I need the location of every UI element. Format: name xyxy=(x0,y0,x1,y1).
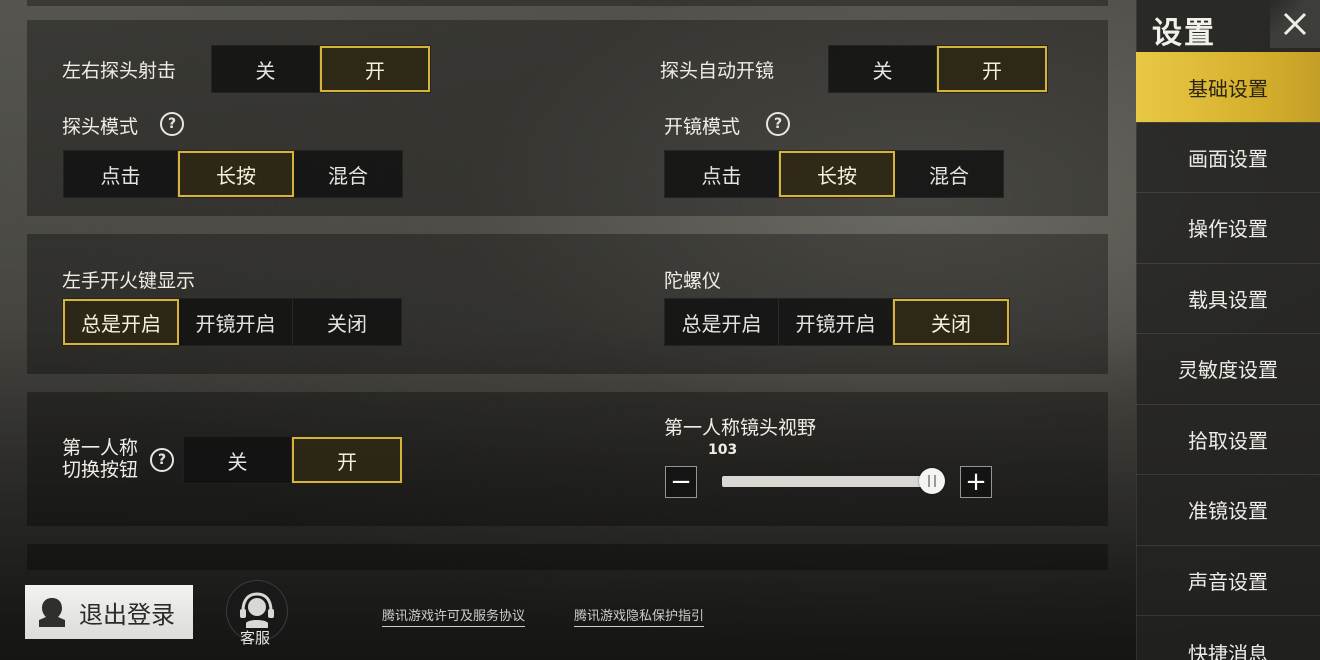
lean-mode-mixed-option[interactable]: 混合 xyxy=(294,151,402,197)
lean-mode-label: 探头模式 xyxy=(62,116,139,138)
left-fire-always-option[interactable]: 总是开启 xyxy=(63,299,179,345)
lean-fire-toggle: 关 开 xyxy=(211,45,431,93)
lean-fire-on-option[interactable]: 开 xyxy=(320,46,430,92)
user-silhouette-icon xyxy=(39,598,65,627)
fpp-fov-label: 第一人称镜头视野 xyxy=(664,417,817,439)
logout-button[interactable]: 退出登录 xyxy=(25,585,193,639)
gyroscope-scoped-option[interactable]: 开镜开启 xyxy=(779,299,893,345)
sidebar-item-controls[interactable]: 操作设置 xyxy=(1136,192,1320,262)
fpp-toggle-label-line1: 第一人称 xyxy=(62,437,139,459)
sidebar-item-pickup[interactable]: 拾取设置 xyxy=(1136,404,1320,474)
gyroscope-always-option[interactable]: 总是开启 xyxy=(665,299,779,345)
lean-auto-scope-toggle: 关 开 xyxy=(828,45,1048,93)
sidebar-item-vehicle[interactable]: 载具设置 xyxy=(1136,263,1320,333)
fpp-fov-increase-button[interactable]: + xyxy=(960,466,992,498)
scope-mode-tap-option[interactable]: 点击 xyxy=(665,151,779,197)
lean-fire-label: 左右探头射击 xyxy=(62,60,177,82)
scope-mode-label: 开镜模式 xyxy=(664,116,741,138)
fpp-fov-value: 103 xyxy=(708,442,738,458)
lean-mode-hold-option[interactable]: 长按 xyxy=(178,151,294,197)
sidebar-item-quick-chat[interactable]: 快捷消息 xyxy=(1136,615,1320,660)
fpp-toggle-label: 第一人称 切换按钮 xyxy=(62,437,138,481)
fpp-toggle: 关 开 xyxy=(183,436,403,484)
privacy-policy-link[interactable]: 腾讯游戏隐私保护指引 xyxy=(574,605,705,627)
lean-auto-scope-on-option[interactable]: 开 xyxy=(937,46,1047,92)
panel-next-section xyxy=(27,544,1108,570)
gyroscope-off-option[interactable]: 关闭 xyxy=(893,299,1009,345)
sidebar-item-audio[interactable]: 声音设置 xyxy=(1136,545,1320,615)
close-button[interactable] xyxy=(1270,0,1320,48)
fpp-toggle-help-icon[interactable]: ? xyxy=(150,448,174,472)
fpp-fov-decrease-button[interactable]: − xyxy=(665,466,697,498)
gyroscope-label: 陀螺仪 xyxy=(664,270,722,292)
lean-mode-tap-option[interactable]: 点击 xyxy=(64,151,178,197)
sidebar-item-graphics[interactable]: 画面设置 xyxy=(1136,122,1320,192)
fpp-toggle-on-option[interactable]: 开 xyxy=(292,437,402,483)
left-fire-label: 左手开火键显示 xyxy=(62,270,196,292)
panel-top-edge xyxy=(27,0,1108,6)
lean-mode-help-icon[interactable]: ? xyxy=(160,112,184,136)
scope-mode-hold-option[interactable]: 长按 xyxy=(779,151,895,197)
sidebar-item-sensitivity[interactable]: 灵敏度设置 xyxy=(1136,333,1320,403)
license-agreement-link[interactable]: 腾讯游戏许可及服务协议 xyxy=(382,605,526,627)
lean-auto-scope-off-option[interactable]: 关 xyxy=(829,46,937,92)
scope-mode-help-icon[interactable]: ? xyxy=(766,112,790,136)
logout-label: 退出登录 xyxy=(79,600,175,629)
fpp-fov-slider[interactable] xyxy=(722,468,945,494)
scope-mode-mixed-option[interactable]: 混合 xyxy=(895,151,1003,197)
left-fire-selector: 总是开启 开镜开启 关闭 xyxy=(62,298,402,346)
lean-mode-selector: 点击 长按 混合 xyxy=(63,150,403,198)
fpp-fov-slider-handle[interactable] xyxy=(918,468,945,494)
sidebar-item-scope[interactable]: 准镜设置 xyxy=(1136,474,1320,544)
close-icon xyxy=(1283,12,1307,36)
fpp-toggle-off-option[interactable]: 关 xyxy=(184,437,292,483)
customer-service-label: 客服 xyxy=(240,629,271,647)
fpp-toggle-label-line2: 切换按钮 xyxy=(62,459,139,481)
settings-title: 设置 xyxy=(1152,16,1216,51)
sidebar-item-basic[interactable]: 基础设置 xyxy=(1136,52,1320,122)
left-fire-off-option[interactable]: 关闭 xyxy=(293,299,401,345)
lean-fire-off-option[interactable]: 关 xyxy=(212,46,320,92)
scope-mode-selector: 点击 长按 混合 xyxy=(664,150,1004,198)
lean-auto-scope-label: 探头自动开镜 xyxy=(660,60,775,82)
left-fire-scoped-option[interactable]: 开镜开启 xyxy=(179,299,293,345)
gyroscope-selector: 总是开启 开镜开启 关闭 xyxy=(664,298,1010,346)
